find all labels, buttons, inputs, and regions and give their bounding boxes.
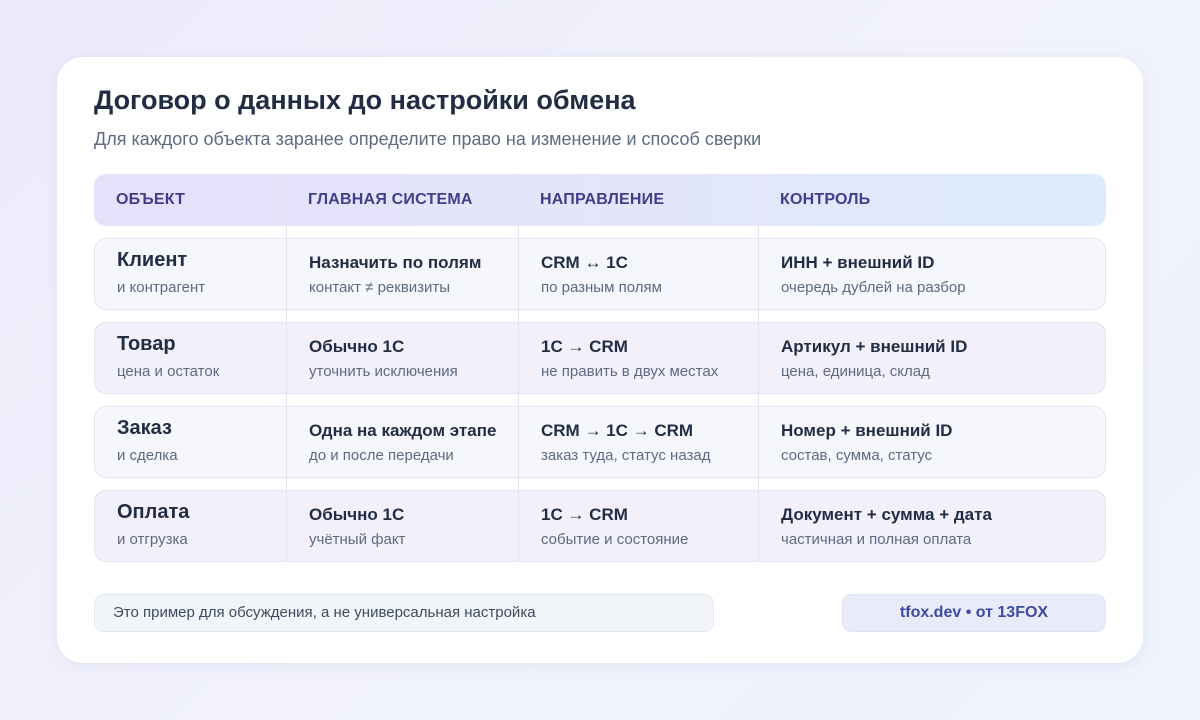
column-header-object: ОБЪЕКТ: [116, 191, 186, 208]
control-note: частичная и полная оплата: [781, 531, 972, 548]
direction-value: CRM → 1С → CRM: [541, 421, 694, 440]
column-header-direction: НАПРАВЛЕНИЕ: [540, 191, 665, 208]
column-divider: [286, 174, 287, 562]
table-row: Заказ и сделка Одна на каждом этапе до и…: [94, 406, 1106, 478]
object-note: и отгрузка: [117, 531, 188, 548]
direction-value: 1С → CRM: [541, 337, 628, 356]
table-header: ОБЪЕКТ ГЛАВНАЯ СИСТЕМА НАПРАВЛЕНИЕ КОНТР…: [94, 174, 1106, 226]
object-name: Товар: [117, 333, 176, 355]
object-name: Клиент: [117, 249, 188, 271]
brand-badge: tfox.dev • от 13FOX: [842, 594, 1106, 632]
object-note: цена и остаток: [117, 363, 220, 380]
table-row: Клиент и контрагент Назначить по полям к…: [94, 238, 1106, 310]
control-value: Номер + внешний ID: [781, 421, 953, 440]
direction-note: не править в двух местах: [541, 363, 719, 380]
content-card: Договор о данных до настройки обмена Для…: [57, 57, 1143, 663]
direction-value: 1С → CRM: [541, 505, 628, 524]
column-divider: [518, 174, 519, 562]
object-note: и сделка: [117, 447, 178, 464]
control-note: состав, сумма, статус: [781, 447, 933, 464]
table-row: Товар цена и остаток Обычно 1С уточнить …: [94, 322, 1106, 394]
column-divider: [758, 174, 759, 562]
master-note: учётный факт: [309, 531, 406, 548]
master-value: Назначить по полям: [309, 253, 482, 272]
column-header-control: КОНТРОЛЬ: [780, 191, 871, 208]
master-note: до и после передачи: [309, 447, 454, 464]
control-value: ИНН + внешний ID: [781, 253, 935, 272]
column-header-master: ГЛАВНАЯ СИСТЕМА: [308, 191, 473, 208]
page-title: Договор о данных до настройки обмена: [94, 85, 636, 115]
table-row: Оплата и отгрузка Обычно 1С учётный факт…: [94, 490, 1106, 562]
object-name: Заказ: [117, 417, 172, 439]
direction-note: заказ туда, статус назад: [541, 447, 711, 464]
control-value: Документ + сумма + дата: [781, 505, 992, 524]
control-value: Артикул + внешний ID: [781, 337, 968, 356]
master-value: Обычно 1С: [309, 505, 405, 524]
footer-note: Это пример для обсуждения, а не универса…: [94, 594, 714, 632]
master-note: уточнить исключения: [309, 363, 458, 380]
page-subtitle: Для каждого объекта заранее определите п…: [94, 129, 762, 149]
control-note: цена, единица, склад: [781, 363, 930, 380]
master-note: контакт ≠ реквизиты: [309, 279, 451, 296]
object-note: и контрагент: [117, 279, 206, 296]
master-value: Одна на каждом этапе: [309, 421, 497, 440]
direction-note: по разным полям: [541, 279, 662, 296]
direction-value: CRM ↔ 1С: [541, 253, 628, 272]
control-note: очередь дублей на разбор: [781, 279, 966, 296]
master-value: Обычно 1С: [309, 337, 405, 356]
object-name: Оплата: [117, 501, 190, 523]
direction-note: событие и состояние: [541, 531, 689, 548]
